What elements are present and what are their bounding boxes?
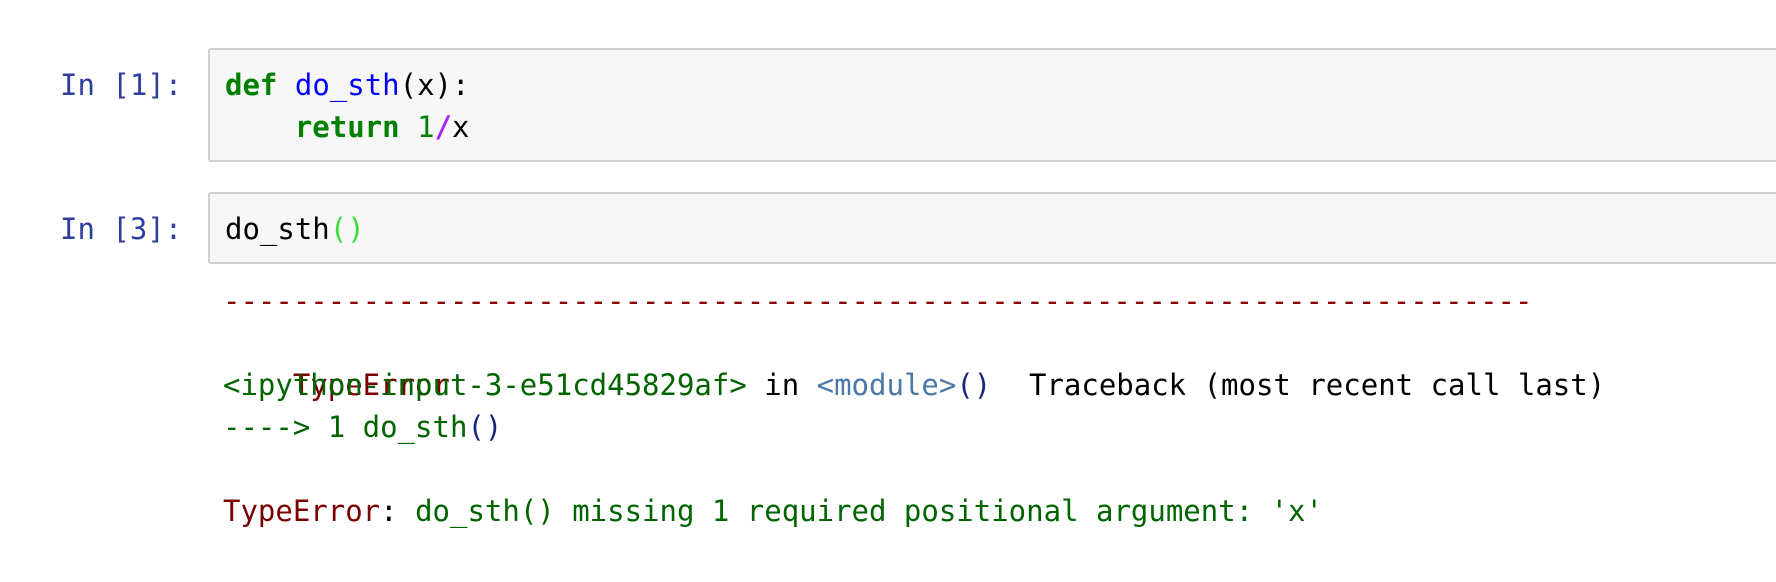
code-cell-2: In [3]: do_sth() [0, 192, 1776, 264]
arrow-parens: () [467, 410, 503, 444]
number-literal: 1 [417, 110, 435, 144]
error-message-line: TypeError: do_sth() missing 1 required p… [223, 490, 1323, 532]
ipython-input-name: <ipython-input-3-e51cd45829af> [223, 368, 747, 402]
variable-x: x [452, 110, 470, 144]
error-label: TypeError [223, 494, 381, 528]
function-call: do_sth [225, 212, 330, 246]
cell-prompt: In [1]: [60, 68, 183, 102]
code-input-area[interactable]: def do_sth(x): return 1/x [208, 48, 1776, 162]
keyword-def: def [225, 68, 278, 102]
function-name: do_sth [294, 68, 400, 102]
location-in: in [746, 368, 817, 402]
code-line: do_sth() [225, 208, 365, 250]
module-parens: () [956, 368, 992, 402]
traceback-separator: ----------------------------------------… [223, 284, 1533, 318]
code-line: return 1/x [225, 106, 470, 148]
function-params: (x): [399, 68, 470, 102]
code-cell-1: In [1]: def do_sth(x): return 1/x [0, 48, 1776, 162]
cell-prompt: In [3]: [60, 212, 183, 246]
code-line: def do_sth(x): [225, 64, 469, 106]
error-message: do_sth() missing 1 required positional a… [415, 494, 1323, 528]
error-colon: : [380, 494, 416, 528]
traceback-header-right: Traceback (most recent call last) [1029, 368, 1606, 402]
traceback-output: ----------------------------------------… [223, 280, 1605, 532]
module-name: <module> [816, 368, 957, 402]
division-operator: / [434, 110, 453, 144]
traceback-location: <ipython-input-3-e51cd45829af> in <modul… [223, 364, 991, 406]
traceback-arrow-line: ----> 1 do_sth() [223, 406, 502, 448]
keyword-return: return [294, 110, 400, 144]
call-parens: () [329, 212, 365, 246]
arrow-code: ----> 1 do_sth [223, 410, 468, 444]
code-input-area[interactable]: do_sth() [208, 192, 1776, 264]
